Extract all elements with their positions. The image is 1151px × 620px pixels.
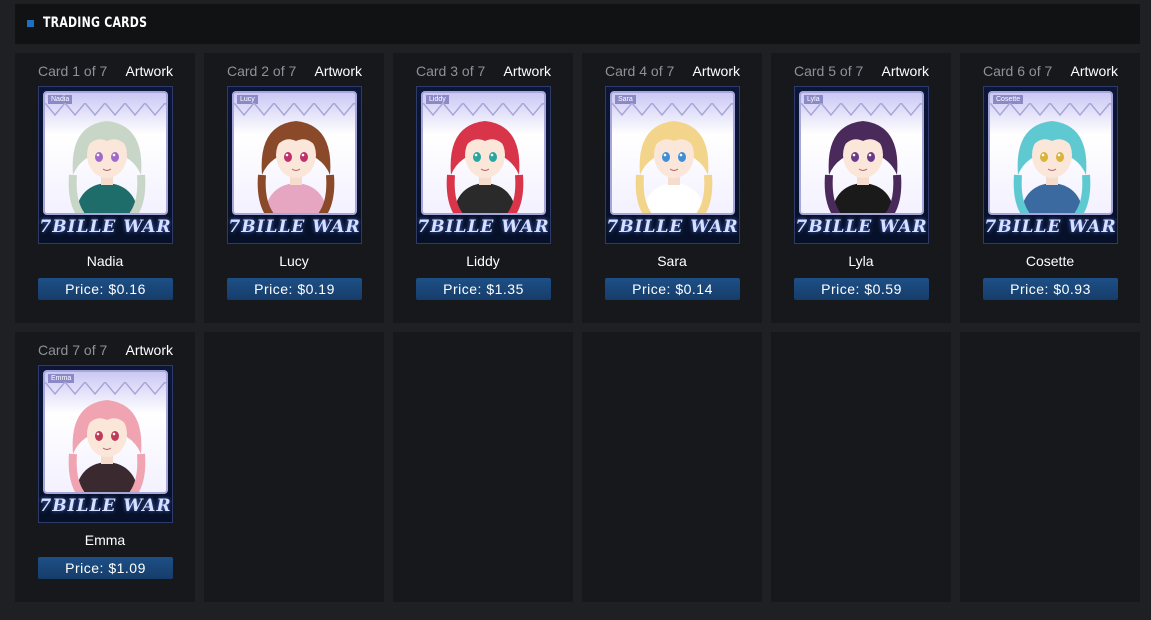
artwork-link[interactable]: Artwork (882, 63, 929, 79)
price-button[interactable]: Price: $1.35 (416, 278, 551, 300)
price-button[interactable]: Price: $0.16 (38, 278, 173, 300)
empty-card-slot (582, 332, 762, 602)
card-name: Lyla (848, 253, 874, 269)
character-portrait-icon (635, 121, 713, 213)
card-count-label: Card 2 of 7 (227, 63, 297, 79)
price-button[interactable]: Price: $0.19 (227, 278, 362, 300)
card-image[interactable]: Sara 7BILLE WAR (605, 86, 740, 244)
game-logo: 7BILLE WAR (39, 217, 172, 237)
card-portrait-frame: Nadia (43, 91, 168, 215)
card-image[interactable]: Cosette 7BILLE WAR (983, 86, 1118, 244)
card-image[interactable]: Lucy 7BILLE WAR (227, 86, 362, 244)
card-portrait-frame: Lucy (232, 91, 357, 215)
price-button[interactable]: Price: $0.59 (794, 278, 929, 300)
card-portrait-frame: Emma (43, 370, 168, 494)
character-portrait-icon (824, 121, 902, 213)
price-button[interactable]: Price: $1.09 (38, 557, 173, 579)
game-logo: 7BILLE WAR (795, 217, 928, 237)
game-logo: 7BILLE WAR (228, 217, 361, 237)
card-count-label: Card 3 of 7 (416, 63, 486, 79)
card-image[interactable]: Lyla 7BILLE WAR (794, 86, 929, 244)
card-name: Nadia (86, 253, 124, 269)
artwork-link[interactable]: Artwork (693, 63, 740, 79)
game-logo: 7BILLE WAR (984, 217, 1117, 237)
character-portrait-icon (446, 121, 524, 213)
game-logo: 7BILLE WAR (606, 217, 739, 237)
artwork-link[interactable]: Artwork (315, 63, 362, 79)
card-image[interactable]: Liddy 7BILLE WAR (416, 86, 551, 244)
price-button[interactable]: Price: $0.14 (605, 278, 740, 300)
card-name: Emma (84, 532, 126, 548)
trading-card-cell: Card 5 of 7 Artwork Lyla 7BILLE WAR Lyla… (771, 53, 951, 323)
empty-card-slot (960, 332, 1140, 602)
artwork-link[interactable]: Artwork (504, 63, 551, 79)
trading-card-cell: Card 1 of 7 Artwork Nadia 7BILLE WAR Nad… (15, 53, 195, 323)
section-title: TRADING CARDS (43, 15, 148, 31)
game-logo: 7BILLE WAR (417, 217, 550, 237)
character-portrait-icon (68, 121, 146, 213)
card-grid: Card 1 of 7 Artwork Nadia 7BILLE WAR Nad… (15, 53, 1140, 602)
empty-card-slot (771, 332, 951, 602)
card-count-label: Card 1 of 7 (38, 63, 108, 79)
card-count-label: Card 7 of 7 (38, 342, 108, 358)
character-portrait-icon (257, 121, 335, 213)
card-name: Liddy (466, 253, 500, 269)
card-portrait-frame: Sara (610, 91, 735, 215)
card-image[interactable]: Emma 7BILLE WAR (38, 365, 173, 523)
trading-card-cell: Card 2 of 7 Artwork Lucy 7BILLE WAR Lucy… (204, 53, 384, 323)
card-count-label: Card 6 of 7 (983, 63, 1053, 79)
card-portrait-frame: Liddy (421, 91, 546, 215)
trading-cards-header: TRADING CARDS (15, 4, 1140, 44)
card-portrait-frame: Cosette (988, 91, 1113, 215)
card-count-label: Card 4 of 7 (605, 63, 675, 79)
artwork-link[interactable]: Artwork (126, 342, 173, 358)
card-count-label: Card 5 of 7 (794, 63, 864, 79)
card-image[interactable]: Nadia 7BILLE WAR (38, 86, 173, 244)
game-logo: 7BILLE WAR (39, 496, 172, 516)
card-name: Sara (657, 253, 687, 269)
trading-card-cell: Card 4 of 7 Artwork Sara 7BILLE WAR Sara… (582, 53, 762, 323)
trading-card-cell: Card 6 of 7 Artwork Cosette 7BILLE WAR C… (960, 53, 1140, 323)
header-square-icon (27, 20, 34, 27)
price-button[interactable]: Price: $0.93 (983, 278, 1118, 300)
artwork-link[interactable]: Artwork (126, 63, 173, 79)
empty-card-slot (204, 332, 384, 602)
card-name: Cosette (1025, 253, 1075, 269)
card-portrait-frame: Lyla (799, 91, 924, 215)
character-portrait-icon (1013, 121, 1091, 213)
character-portrait-icon (68, 400, 146, 492)
empty-card-slot (393, 332, 573, 602)
artwork-link[interactable]: Artwork (1071, 63, 1118, 79)
trading-card-cell: Card 7 of 7 Artwork Emma 7BILLE WAR Emma… (15, 332, 195, 602)
card-name: Lucy (279, 253, 309, 269)
trading-card-cell: Card 3 of 7 Artwork Liddy 7BILLE WAR Lid… (393, 53, 573, 323)
